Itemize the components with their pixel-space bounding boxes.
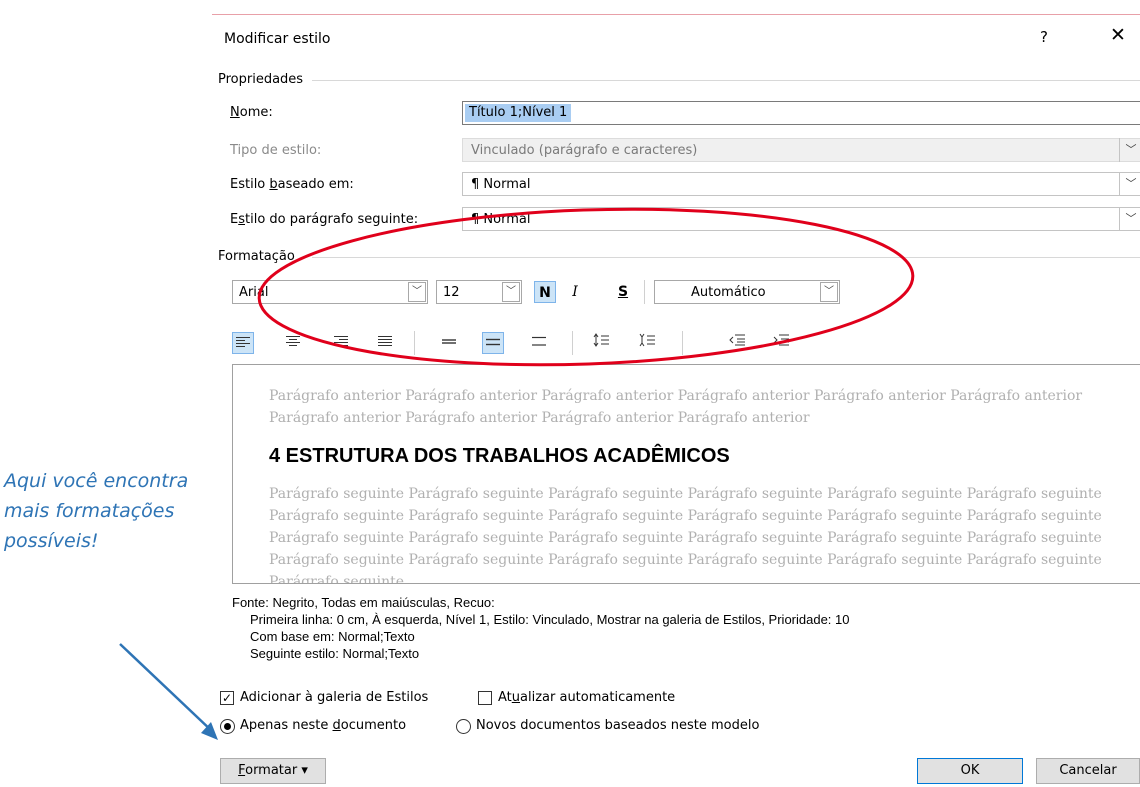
annotation-arrow-line bbox=[119, 643, 215, 734]
annotation-overlay bbox=[119, 207, 915, 740]
highlight-ellipse bbox=[257, 207, 915, 367]
